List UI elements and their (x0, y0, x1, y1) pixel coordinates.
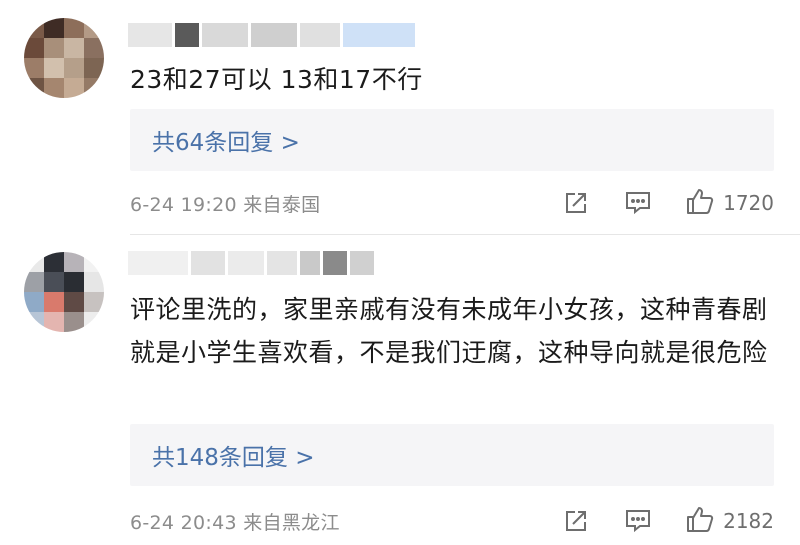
comment-actions: 2182 (561, 505, 774, 537)
comment-meta: 6-24 20:43 来自黑龙江 2182 (130, 504, 774, 538)
comment-item: 评论里洗的，家里亲戚有没有未成年小女孩，这种青春剧就是小学生喜欢看，不是我们迂腐… (0, 236, 800, 545)
comment-time: 6-24 20:43 来自黑龙江 (130, 511, 340, 534)
thumbs-up-icon (685, 505, 715, 537)
comment-text: 评论里洗的，家里亲戚有没有未成年小女孩，这种青春剧就是小学生喜欢看，不是我们迂腐… (130, 295, 768, 367)
view-replies-button[interactable]: 共148条回复 > (130, 424, 774, 486)
username-blurred[interactable] (128, 22, 415, 48)
divider (130, 234, 800, 235)
comment-icon[interactable] (623, 506, 653, 536)
avatar[interactable] (24, 18, 104, 98)
comment-icon[interactable] (623, 188, 653, 218)
share-icon[interactable] (561, 506, 591, 536)
thumbs-up-icon (685, 187, 715, 219)
like-count: 1720 (723, 191, 774, 215)
like-button[interactable]: 1720 (685, 187, 774, 219)
like-button[interactable]: 2182 (685, 505, 774, 537)
comment-time: 6-24 19:20 来自泰国 (130, 193, 321, 216)
comment-item: 23和27可以 13和17不行 共64条回复 > 6-24 19:20 来自泰国… (0, 0, 800, 235)
share-icon[interactable] (561, 188, 591, 218)
view-replies-button[interactable]: 共64条回复 > (130, 109, 774, 171)
username-blurred[interactable] (128, 250, 374, 276)
like-count: 2182 (723, 509, 774, 533)
comment-meta: 6-24 19:20 来自泰国 1720 (130, 186, 774, 220)
comment-actions: 1720 (561, 187, 774, 219)
avatar[interactable] (24, 252, 104, 332)
comment-text: 23和27可以 13和17不行 (130, 65, 423, 94)
